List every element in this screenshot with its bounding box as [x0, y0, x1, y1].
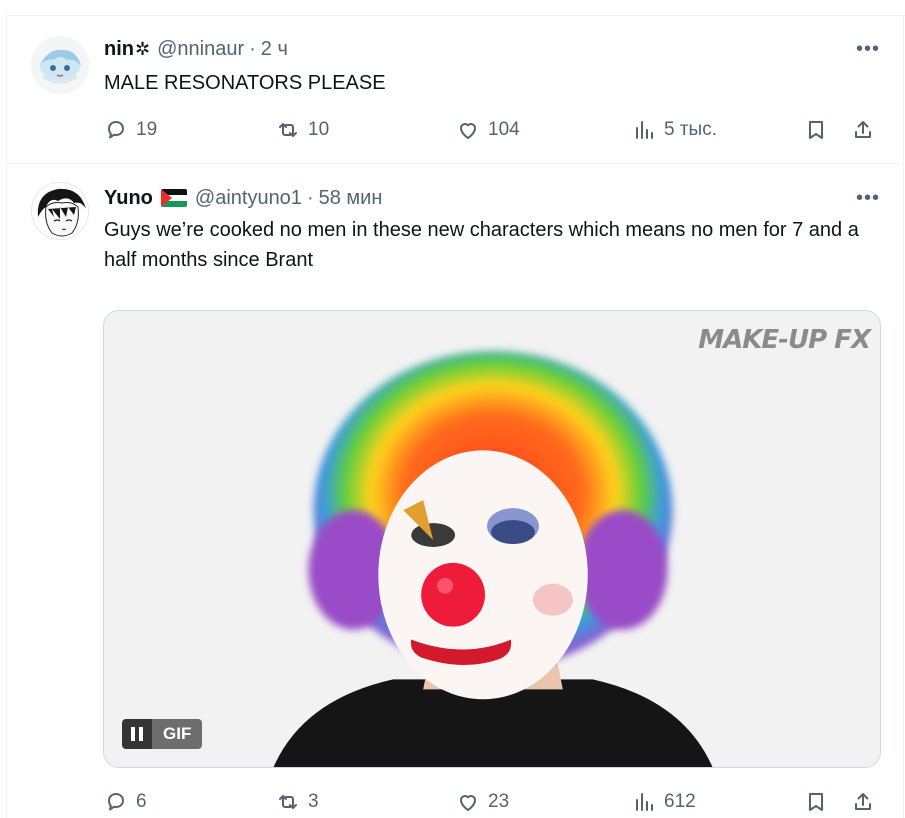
- reply-button[interactable]: 19: [104, 115, 157, 145]
- timestamp[interactable]: 2 ч: [261, 38, 288, 61]
- display-name[interactable]: Yuno: [104, 187, 153, 210]
- action-bar: 6 3 23 612: [104, 787, 883, 817]
- pause-icon: [131, 727, 135, 741]
- retweet-icon: [279, 795, 297, 809]
- bookmark-button[interactable]: [804, 115, 828, 145]
- separator-dot: ·: [306, 186, 314, 209]
- views-button[interactable]: 612: [632, 787, 696, 817]
- separator-dot: ·: [249, 37, 256, 60]
- user-handle[interactable]: @nninaur: [157, 38, 244, 61]
- like-button[interactable]: 104: [456, 115, 520, 145]
- retweet-count: 10: [308, 119, 330, 140]
- reply-button[interactable]: 6: [104, 787, 147, 817]
- timestamp[interactable]: 58 мин: [319, 187, 383, 210]
- more-icon[interactable]: •••: [853, 185, 883, 211]
- reply-icon: [108, 121, 124, 139]
- bookmark-button[interactable]: [804, 787, 828, 817]
- reply-icon: [108, 793, 124, 811]
- gif-badge: GIF: [152, 719, 203, 749]
- avatar[interactable]: [31, 182, 89, 240]
- views-count: 612: [664, 791, 696, 812]
- tweet-text: MALE RESONATORS PLEASE: [104, 72, 386, 94]
- retweet-button[interactable]: 3: [276, 787, 319, 817]
- media-watermark: MAKE-UP FX: [698, 325, 871, 355]
- views-icon: [636, 121, 653, 139]
- name-decoration: ✲: [135, 38, 151, 59]
- like-count: 104: [488, 119, 520, 140]
- reply-count: 6: [136, 791, 147, 812]
- pause-button[interactable]: [122, 719, 152, 749]
- retweet-button[interactable]: 10: [276, 115, 329, 145]
- like-button[interactable]: 23: [456, 787, 509, 817]
- tweet-header: Yuno @aintyuno1 · 58 мин •••: [104, 185, 883, 211]
- display-name[interactable]: nin: [104, 38, 134, 61]
- tweet-text: Guys we’re cooked no men in these new ch…: [104, 219, 859, 271]
- views-icon: [636, 793, 653, 811]
- tweet-header: nin ✲ @nninaur · 2 ч •••: [104, 36, 883, 62]
- tweet[interactable]: Yuno @aintyuno1 · 58 мин ••• Guys we’re …: [7, 164, 903, 818]
- share-button[interactable]: [851, 787, 875, 817]
- bookmark-icon: [809, 121, 823, 139]
- tweet[interactable]: nin ✲ @nninaur · 2 ч ••• MALE RESONATORS…: [7, 16, 903, 164]
- palestine-flag-icon: [160, 189, 187, 207]
- share-icon: [855, 793, 871, 810]
- user-handle[interactable]: @aintyuno1: [195, 187, 302, 210]
- more-icon[interactable]: •••: [853, 36, 883, 62]
- heart-icon: [460, 123, 476, 139]
- bookmark-icon: [809, 793, 823, 811]
- retweet-icon: [279, 123, 297, 137]
- manga-character-avatar-image: [32, 183, 88, 239]
- like-count: 23: [488, 791, 510, 812]
- views-button[interactable]: 5 тыс.: [632, 115, 717, 145]
- views-count: 5 тыс.: [664, 119, 717, 140]
- share-button[interactable]: [851, 115, 875, 145]
- heart-icon: [460, 795, 476, 811]
- timeline: nin ✲ @nninaur · 2 ч ••• MALE RESONATORS…: [6, 16, 904, 818]
- action-bar: 19 10 104 5 тыс.: [104, 115, 883, 145]
- anime-character-avatar-image: [31, 36, 89, 94]
- share-icon: [855, 121, 871, 138]
- gif-controls: GIF: [122, 719, 203, 749]
- reply-count: 19: [136, 119, 158, 140]
- avatar[interactable]: [31, 36, 89, 94]
- retweet-count: 3: [308, 791, 319, 812]
- gif-media[interactable]: MAKE-UP FX GIF: [103, 310, 881, 768]
- clown-gif-icon: [104, 311, 880, 767]
